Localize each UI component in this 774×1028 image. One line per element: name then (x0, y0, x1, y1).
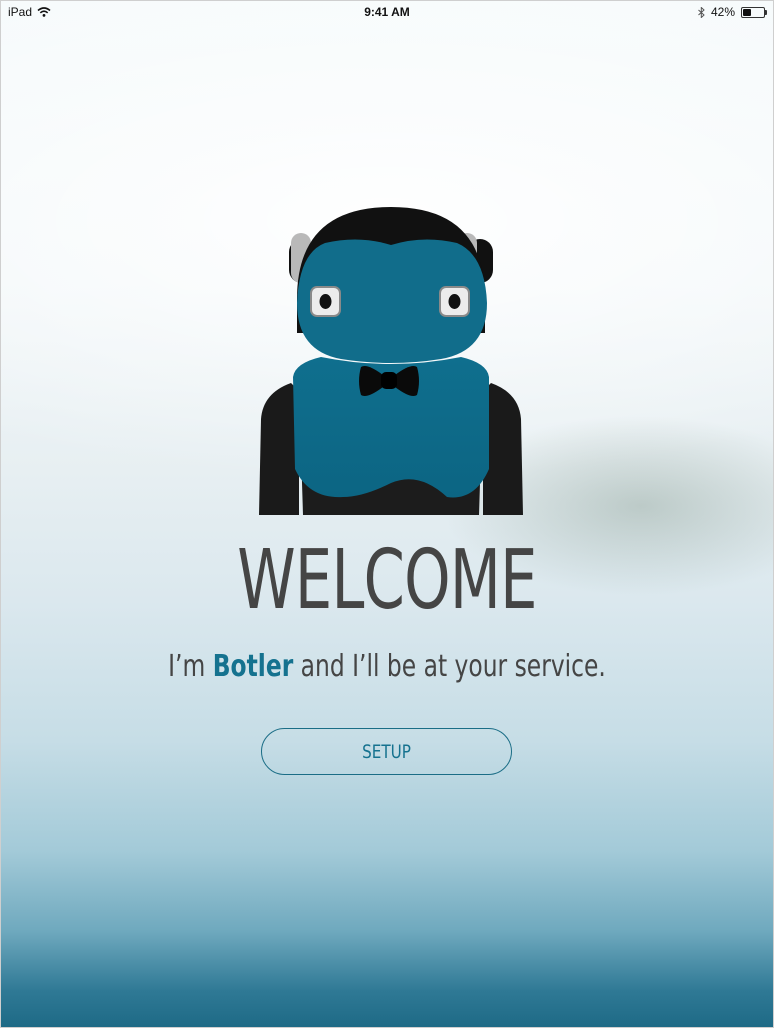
battery-icon (741, 6, 767, 18)
left-eye (310, 286, 341, 317)
status-time: 9:41 AM (364, 5, 410, 19)
screen: iPad 9:41 AM 42% WELCOME I’m Botler and … (0, 0, 774, 1028)
left-arm (259, 383, 299, 515)
status-right: 42% (692, 5, 767, 19)
tagline: I’m Botler and I’ll be at your service. (86, 649, 688, 684)
bot-name: Botler (212, 649, 294, 684)
botler-robot-illustration (259, 207, 523, 515)
battery-percent: 42% (710, 5, 735, 19)
tagline-suffix: and I’ll be at your service. (293, 649, 606, 684)
battery-fill (743, 8, 751, 16)
welcome-title: WELCOME (237, 533, 537, 628)
setup-button-label: SETUP (362, 740, 411, 763)
tagline-prefix: I’m (168, 649, 213, 684)
status-bar: iPad 9:41 AM 42% (1, 1, 773, 23)
right-eye (439, 286, 470, 317)
bluetooth-icon (698, 6, 705, 18)
setup-button[interactable]: SETUP (261, 728, 512, 775)
